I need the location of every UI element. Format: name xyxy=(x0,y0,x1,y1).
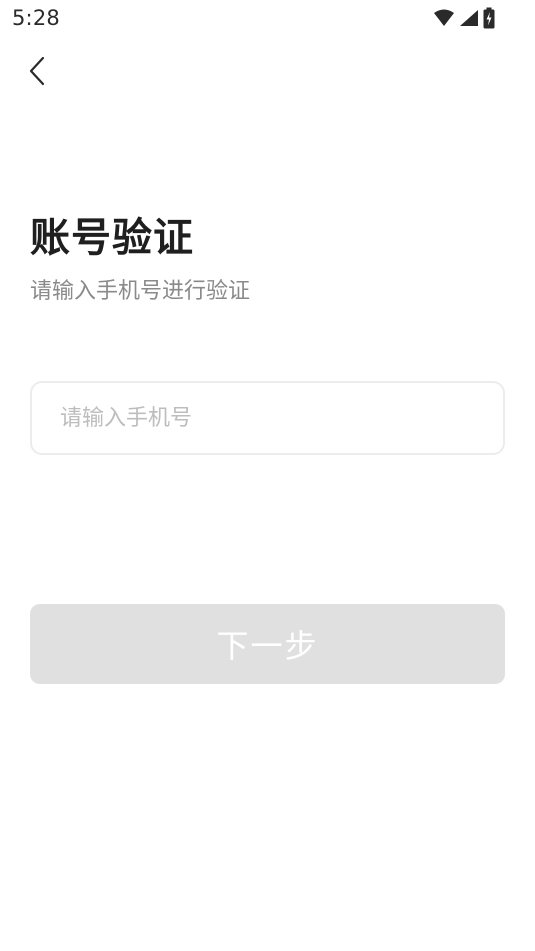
battery-charging-icon xyxy=(483,7,495,29)
phone-field[interactable] xyxy=(30,381,505,455)
chevron-left-icon xyxy=(27,55,47,91)
phone-input[interactable] xyxy=(60,383,480,453)
back-button[interactable] xyxy=(20,56,54,90)
next-button[interactable]: 下一步 xyxy=(30,604,505,684)
status-bar: 5:28 xyxy=(0,0,535,36)
wifi-icon xyxy=(433,9,455,27)
page-title: 账号验证 xyxy=(30,215,194,261)
status-time: 5:28 xyxy=(12,6,60,30)
page-subtitle: 请输入手机号进行验证 xyxy=(30,279,251,304)
account-verification-screen: 5:28 账号验证 请输入手机号进行验证 请输入手机号 下一步 xyxy=(0,0,535,951)
status-icons xyxy=(433,7,495,29)
cellular-signal-icon xyxy=(459,9,479,27)
